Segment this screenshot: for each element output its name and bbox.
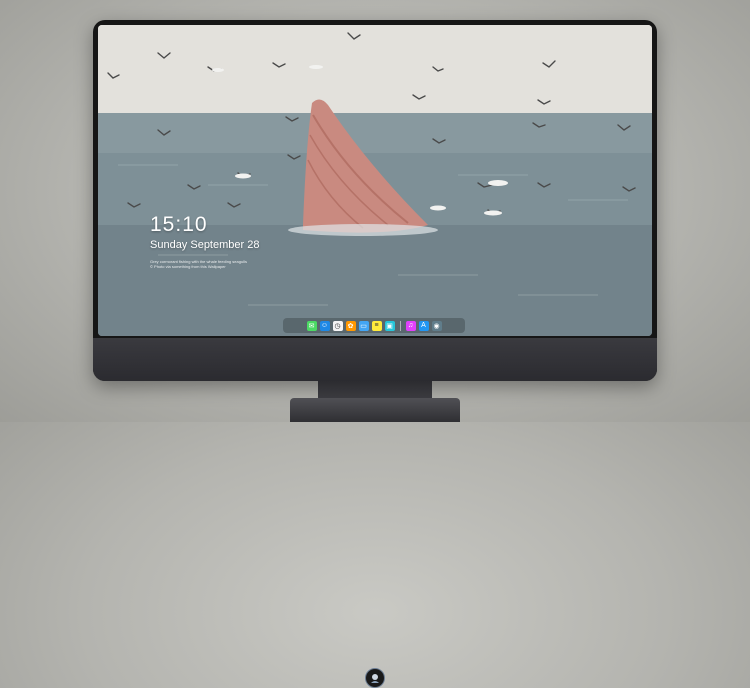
lock-screen-caption: Grey cormorant fishing with the whale fe… bbox=[150, 259, 300, 269]
desktop-screen: 15:10 Sunday September 28 Grey cormorant… bbox=[98, 25, 652, 336]
wallpaper-whale-seagulls bbox=[98, 25, 652, 336]
finder-icon[interactable]: ☺ bbox=[319, 320, 330, 331]
clock-icon[interactable]: ◷ bbox=[332, 320, 343, 331]
monitor-stand-base bbox=[290, 398, 460, 422]
messages-icon[interactable]: ✉ bbox=[306, 320, 317, 331]
photos-icon[interactable]: ✿ bbox=[345, 320, 356, 331]
music-icon[interactable]: ♫ bbox=[405, 320, 416, 331]
dock: ✉ ☺ ◷ ✿ ▭ ≡ ▣ ♫ A ◉ bbox=[283, 318, 465, 333]
dock-separator bbox=[399, 320, 401, 331]
app-store-icon[interactable]: A bbox=[418, 320, 429, 331]
lock-screen-time: 15:10 bbox=[150, 213, 208, 236]
camera-icon[interactable]: ◉ bbox=[431, 320, 442, 331]
folder-icon[interactable]: ▭ bbox=[358, 320, 369, 331]
notes-icon[interactable]: ≡ bbox=[371, 320, 382, 331]
caption-line-2: © Photo via something from this Wallpape… bbox=[150, 264, 226, 269]
brand-logo-icon bbox=[365, 668, 385, 688]
lock-screen-date: Sunday September 28 bbox=[150, 239, 260, 251]
monitor-chin bbox=[93, 338, 657, 688]
preview-icon[interactable]: ▣ bbox=[384, 320, 395, 331]
